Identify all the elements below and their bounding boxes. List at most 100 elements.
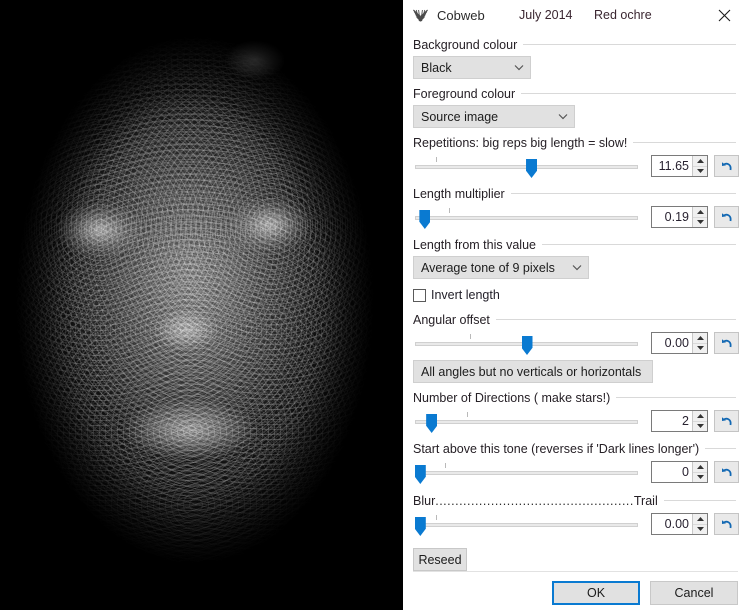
group-foreground-colour: Foreground colour bbox=[413, 85, 736, 102]
group-rule bbox=[521, 93, 736, 94]
angular-offset-reset-button[interactable] bbox=[714, 332, 739, 354]
close-button[interactable] bbox=[702, 0, 746, 30]
length-multiplier-reset-button[interactable] bbox=[714, 206, 739, 228]
foreground-colour-dropdown[interactable]: Source image bbox=[413, 105, 575, 128]
slider-track bbox=[415, 523, 638, 527]
spinner-down-button[interactable] bbox=[693, 216, 707, 227]
slider-tick bbox=[435, 157, 437, 162]
length-multiplier-value[interactable]: 0.19 bbox=[652, 207, 692, 227]
group-repetitions: Repetitions: big reps big length = slow! bbox=[413, 134, 736, 151]
caret-down-icon bbox=[696, 527, 704, 532]
start-above-tone-spinner[interactable]: 0 bbox=[651, 461, 708, 483]
slider-thumb[interactable] bbox=[521, 336, 533, 355]
spinner-down-button[interactable] bbox=[693, 471, 707, 482]
invert-length-label[interactable]: Invert length bbox=[431, 288, 500, 302]
group-rule bbox=[633, 142, 736, 143]
slider-thumb[interactable] bbox=[419, 210, 431, 229]
repetitions-slider[interactable] bbox=[413, 153, 640, 179]
spinner-up-button[interactable] bbox=[693, 411, 707, 421]
spinner-arrows bbox=[692, 411, 707, 431]
slider-track bbox=[415, 471, 638, 475]
slider-thumb[interactable] bbox=[414, 465, 426, 484]
dialog-footer: OK Cancel bbox=[403, 581, 738, 605]
spinner-down-button[interactable] bbox=[693, 165, 707, 176]
number-of-directions-slider[interactable] bbox=[413, 408, 640, 434]
length-from-value-dropdown[interactable]: Average tone of 9 pixels bbox=[413, 256, 589, 279]
spinner-arrows bbox=[692, 333, 707, 353]
group-rule bbox=[523, 44, 736, 45]
invert-length-checkbox[interactable] bbox=[413, 288, 426, 302]
spinner-up-button[interactable] bbox=[693, 333, 707, 343]
spinner-up-button[interactable] bbox=[693, 207, 707, 217]
spinner-down-button[interactable] bbox=[693, 420, 707, 431]
number-of-directions-value[interactable]: 2 bbox=[652, 411, 692, 431]
length-from-value-value: Average tone of 9 pixels bbox=[421, 260, 555, 275]
group-label-start-above-tone: Start above this tone (reverses if 'Dark… bbox=[413, 441, 700, 456]
angle-mode-dropdown[interactable]: All angles but no verticals or horizonta… bbox=[413, 360, 653, 383]
spinner-arrows bbox=[692, 156, 707, 176]
caret-up-icon bbox=[696, 413, 704, 418]
group-number-of-directions: Number of Directions ( make stars!) bbox=[413, 389, 736, 406]
group-rule bbox=[616, 397, 736, 398]
slider-thumb[interactable] bbox=[414, 517, 426, 536]
app-title: Cobweb bbox=[437, 7, 485, 23]
number-of-directions-spinner[interactable]: 2 bbox=[651, 410, 708, 432]
reseed-button[interactable]: Reseed bbox=[413, 548, 467, 571]
caret-down-icon bbox=[696, 346, 704, 351]
repetitions-spinner[interactable]: 11.65 bbox=[651, 155, 708, 177]
spinner-up-button[interactable] bbox=[693, 462, 707, 472]
blur-trail-spinner[interactable]: 0.00 bbox=[651, 513, 708, 535]
blur-trail-dots: ........................................… bbox=[435, 493, 634, 508]
group-length-multiplier: Length multiplier bbox=[413, 185, 736, 202]
group-label-foreground-colour: Foreground colour bbox=[413, 86, 516, 101]
group-rule bbox=[495, 319, 736, 320]
group-blur-trail: Blur ...................................… bbox=[413, 492, 736, 509]
slider-tick bbox=[467, 412, 469, 417]
group-label-background-colour: Background colour bbox=[413, 37, 518, 52]
angular-offset-slider[interactable] bbox=[413, 330, 640, 356]
background-colour-dropdown[interactable]: Black bbox=[413, 56, 531, 79]
preview-vignette bbox=[0, 0, 403, 610]
angular-offset-value[interactable]: 0.00 bbox=[652, 333, 692, 353]
length-multiplier-spinner[interactable]: 0.19 bbox=[651, 206, 708, 228]
start-above-tone-value[interactable]: 0 bbox=[652, 462, 692, 482]
caret-up-icon bbox=[696, 516, 704, 521]
undo-arrow-icon bbox=[721, 339, 732, 348]
group-label-repetitions: Repetitions: big reps big length = slow! bbox=[413, 135, 628, 150]
slider-thumb[interactable] bbox=[426, 414, 438, 433]
caret-down-icon bbox=[696, 424, 704, 429]
caret-up-icon bbox=[696, 209, 704, 214]
slider-thumb[interactable] bbox=[526, 159, 538, 178]
ok-button[interactable]: OK bbox=[552, 581, 640, 605]
repetitions-reset-button[interactable] bbox=[714, 155, 739, 177]
angular-offset-spinner[interactable]: 0.00 bbox=[651, 332, 708, 354]
repetitions-value[interactable]: 11.65 bbox=[652, 156, 692, 176]
group-label-number-of-directions: Number of Directions ( make stars!) bbox=[413, 390, 611, 405]
spinner-down-button[interactable] bbox=[693, 342, 707, 353]
spinner-up-button[interactable] bbox=[693, 156, 707, 166]
spinner-arrows bbox=[692, 462, 707, 482]
plugin-date: July 2014 bbox=[519, 8, 573, 22]
spinner-down-button[interactable] bbox=[693, 523, 707, 534]
number-of-directions-row: 2 bbox=[413, 408, 739, 434]
start-above-tone-reset-button[interactable] bbox=[714, 461, 739, 483]
spinner-arrows bbox=[692, 207, 707, 227]
caret-down-icon bbox=[696, 475, 704, 480]
number-of-directions-reset-button[interactable] bbox=[714, 410, 739, 432]
blur-trail-slider[interactable] bbox=[413, 511, 640, 537]
cobweb-dialog: Cobweb July 2014 Red ochre Background co… bbox=[0, 0, 746, 610]
group-angular-offset: Angular offset bbox=[413, 311, 736, 328]
blur-trail-row: 0.00 bbox=[413, 511, 739, 537]
options-panel: Cobweb July 2014 Red ochre Background co… bbox=[403, 0, 746, 610]
length-multiplier-slider[interactable] bbox=[413, 204, 640, 230]
cancel-button[interactable]: Cancel bbox=[650, 581, 738, 605]
spinner-up-button[interactable] bbox=[693, 514, 707, 524]
blur-trail-reset-button[interactable] bbox=[714, 513, 739, 535]
slider-tick bbox=[469, 334, 471, 339]
start-above-tone-slider[interactable] bbox=[413, 459, 640, 485]
blur-trail-value[interactable]: 0.00 bbox=[652, 514, 692, 534]
titlebar: Cobweb July 2014 Red ochre bbox=[403, 0, 746, 30]
length-multiplier-row: 0.19 bbox=[413, 204, 739, 230]
caret-down-icon bbox=[696, 169, 704, 174]
caret-up-icon bbox=[696, 335, 704, 340]
